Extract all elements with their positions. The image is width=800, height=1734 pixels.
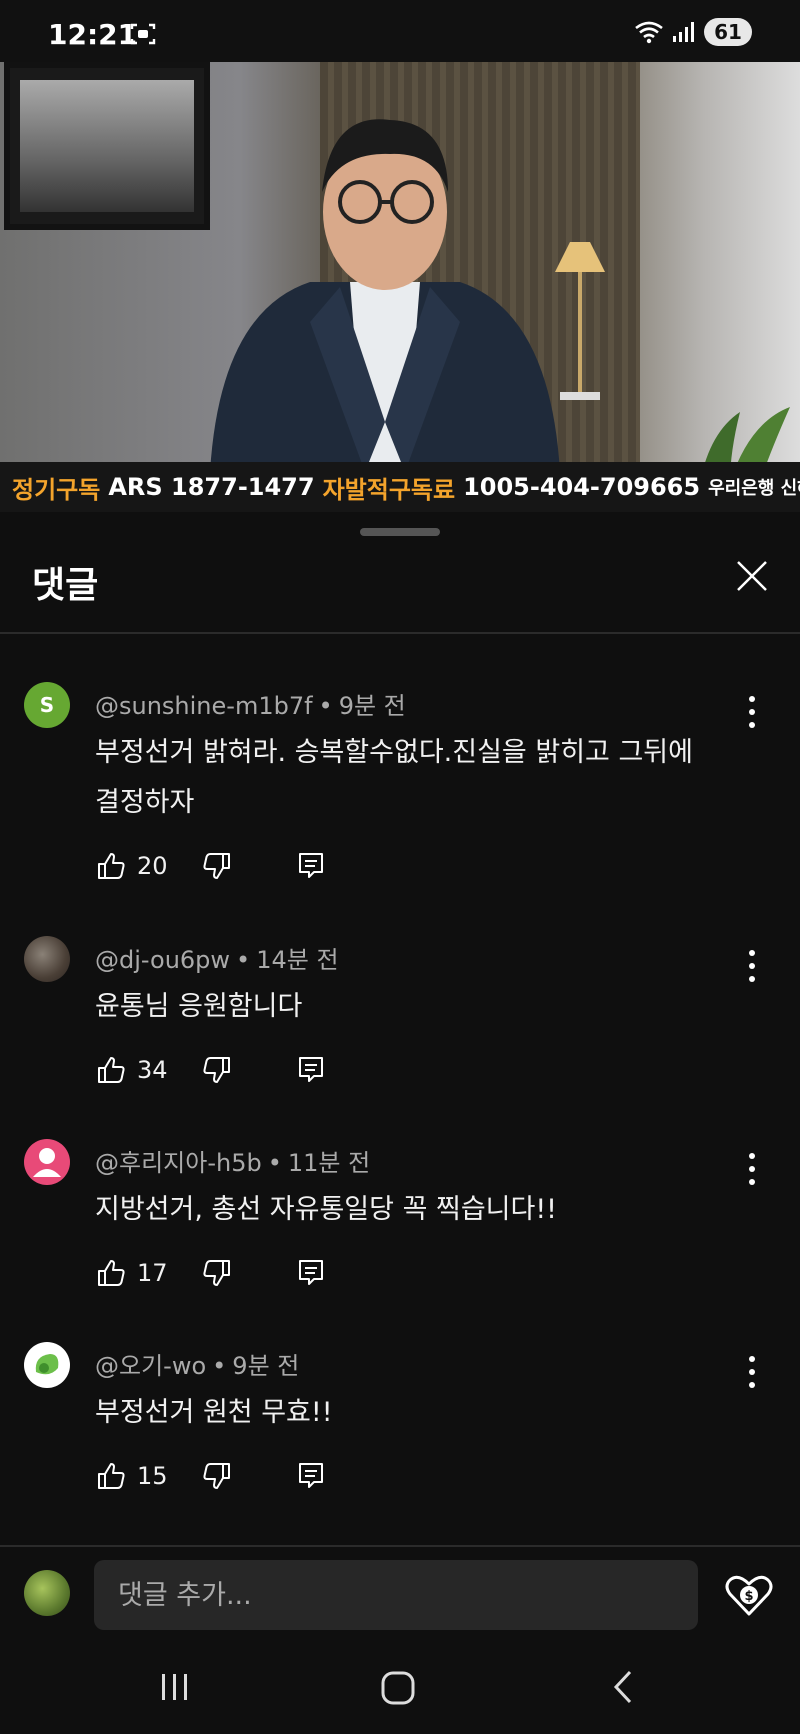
ticker-account-number: 1005-404-709665 bbox=[463, 473, 701, 501]
dislike-icon[interactable] bbox=[201, 1460, 233, 1492]
ticker-ars-number: ARS 1877-1477 bbox=[108, 473, 315, 501]
svg-text:$: $ bbox=[744, 1589, 753, 1604]
comment-author[interactable]: @오기-wo bbox=[95, 1352, 206, 1380]
avatar[interactable] bbox=[24, 936, 70, 982]
comment-actions: 34 bbox=[95, 1050, 327, 1090]
home-icon[interactable] bbox=[380, 1670, 416, 1706]
comment-meta: @dj-ou6pw • 14분 전 bbox=[95, 946, 339, 974]
comment-author[interactable]: @sunshine-m1b7f bbox=[95, 692, 313, 720]
comment-text: 부정선거 밝혀라. 승복할수없다.진실을 밝히고 그뒤에 결정하자 bbox=[95, 737, 693, 818]
system-nav-bar bbox=[0, 1640, 800, 1734]
video-picture-frame bbox=[4, 62, 210, 230]
comment-author[interactable]: @후리지아-h5b bbox=[95, 1149, 262, 1177]
more-options-icon[interactable] bbox=[740, 692, 764, 732]
comment-actions: 15 bbox=[95, 1456, 327, 1496]
reply-icon[interactable] bbox=[295, 1054, 327, 1086]
comment-meta: @후리지아-h5b • 11분 전 bbox=[95, 1149, 371, 1177]
like-icon[interactable] bbox=[95, 1054, 127, 1086]
like-icon[interactable] bbox=[95, 1460, 127, 1492]
like-count: 34 bbox=[137, 1056, 168, 1084]
battery-badge: 61 bbox=[704, 18, 752, 46]
like-count: 20 bbox=[137, 852, 168, 880]
drag-handle[interactable] bbox=[360, 528, 440, 536]
comment-time: 14분 전 bbox=[256, 946, 339, 974]
like-count: 15 bbox=[137, 1462, 168, 1490]
status-bar: 12:21 61 bbox=[0, 0, 800, 62]
status-time: 12:21 bbox=[48, 18, 138, 51]
close-icon[interactable] bbox=[730, 554, 774, 598]
divider bbox=[0, 1545, 800, 1547]
comment-text: 부정선거 원천 무효!! bbox=[95, 1397, 333, 1428]
ticker-donation-label: 자발적구독료 bbox=[322, 475, 456, 504]
comment-actions: 20 bbox=[95, 846, 327, 886]
video-player[interactable]: 정기구독 ARS 1877-1477 자발적구독료 1005-404-70966… bbox=[0, 62, 800, 512]
default-avatar-icon bbox=[33, 1148, 61, 1177]
status-icons: 61 bbox=[634, 18, 752, 46]
like-icon[interactable] bbox=[95, 1257, 127, 1289]
ticker-subscribe-label: 정기구독 bbox=[12, 475, 101, 504]
avatar[interactable]: S bbox=[24, 682, 70, 728]
divider bbox=[0, 632, 800, 634]
leaf-avatar-icon bbox=[35, 1354, 59, 1375]
more-options-icon[interactable] bbox=[740, 1149, 764, 1189]
video-ticker: 정기구독 ARS 1877-1477 자발적구독료 1005-404-70966… bbox=[0, 462, 800, 512]
comment-meta: @오기-wo • 9분 전 bbox=[95, 1352, 300, 1380]
comment-time: 9분 전 bbox=[338, 692, 406, 720]
comment-author[interactable]: @dj-ou6pw bbox=[95, 946, 230, 974]
more-options-icon[interactable] bbox=[740, 1352, 764, 1392]
dislike-icon[interactable] bbox=[201, 850, 233, 882]
like-count: 17 bbox=[137, 1259, 168, 1287]
more-options-icon[interactable] bbox=[740, 946, 764, 986]
signal-icon bbox=[673, 22, 694, 42]
reply-icon[interactable] bbox=[295, 1257, 327, 1289]
comment-time: 9분 전 bbox=[232, 1352, 300, 1380]
super-thanks-icon[interactable]: $ bbox=[724, 1572, 774, 1618]
reply-icon[interactable] bbox=[295, 1460, 327, 1492]
comment-actions: 17 bbox=[95, 1253, 327, 1293]
reply-icon[interactable] bbox=[295, 850, 327, 882]
add-comment-input[interactable] bbox=[94, 1560, 698, 1630]
video-speaker bbox=[210, 119, 560, 472]
screenshot-icon bbox=[130, 23, 156, 45]
back-icon[interactable] bbox=[608, 1668, 638, 1706]
comment-text: 지방선거, 총선 자유통일당 꼭 찍습니다!! bbox=[95, 1194, 557, 1225]
comment-time: 11분 전 bbox=[287, 1149, 371, 1177]
comment-meta: @sunshine-m1b7f • 9분 전 bbox=[95, 692, 406, 720]
comment-text: 윤통님 응원함니다 bbox=[95, 991, 303, 1022]
dislike-icon[interactable] bbox=[201, 1257, 233, 1289]
dislike-icon[interactable] bbox=[201, 1054, 233, 1086]
avatar[interactable] bbox=[24, 1342, 70, 1388]
current-user-avatar[interactable] bbox=[24, 1570, 70, 1616]
wifi-icon bbox=[635, 21, 663, 44]
avatar[interactable] bbox=[24, 1139, 70, 1185]
ticker-bank-name: 우리은행 신혜식 bbox=[708, 478, 800, 499]
like-icon[interactable] bbox=[95, 850, 127, 882]
comments-title: 댓글 bbox=[32, 565, 99, 606]
recent-apps-icon[interactable] bbox=[158, 1672, 192, 1702]
